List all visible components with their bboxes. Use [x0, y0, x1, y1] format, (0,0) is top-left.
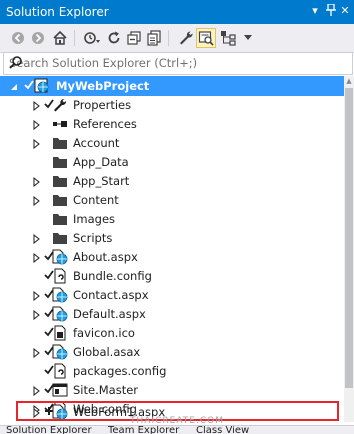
- config-icon: [52, 363, 68, 379]
- tree-item-label: App_Start: [73, 174, 130, 188]
- scrollbar-thumb[interactable]: [345, 88, 353, 388]
- references-icon: [52, 116, 68, 132]
- tree-item-label: Images: [73, 212, 116, 226]
- window-position-dropdown-icon[interactable]: ▾: [308, 4, 322, 18]
- tree-item-default-aspx[interactable]: Default.aspx: [0, 304, 344, 324]
- close-icon[interactable]: ✕: [338, 4, 352, 18]
- tree-item-label: Global.asax: [73, 345, 141, 359]
- wrench-icon: [52, 97, 68, 113]
- panel-title: Solution Explorer: [6, 5, 109, 19]
- scroll-up-icon[interactable]: ▲: [344, 76, 354, 86]
- tree-item-label: About.aspx: [73, 250, 138, 264]
- config-icon: [52, 268, 68, 284]
- preview-icon[interactable]: [196, 28, 216, 48]
- folder-icon: [52, 230, 68, 246]
- tree-item-global-asax[interactable]: Global.asax: [0, 342, 344, 362]
- folder-icon: [52, 154, 68, 170]
- collapse-all-icon[interactable]: [124, 28, 144, 48]
- tree-item-label: References: [73, 117, 137, 131]
- tree-item-site-master[interactable]: Site.Master: [0, 380, 344, 400]
- tree-item-label: App_Data: [73, 155, 129, 169]
- search-input[interactable]: Search Solution Explorer (Ctrl+;): [3, 52, 353, 75]
- title-bar: Solution Explorer ▾ ✕: [0, 0, 354, 24]
- tree-item-label: Properties: [73, 98, 132, 112]
- solution-tree: MyWebProject Properties References Accou…: [0, 76, 344, 426]
- expanded-arrow-icon[interactable]: [9, 81, 19, 91]
- collapsed-arrow-icon[interactable]: [32, 309, 42, 321]
- ico-file-icon: [52, 325, 68, 341]
- collapsed-arrow-icon[interactable]: [32, 252, 42, 264]
- show-all-files-icon[interactable]: [144, 28, 164, 48]
- folder-icon: [52, 192, 68, 208]
- toolbar: [0, 24, 354, 53]
- tree-item-label: Scripts: [73, 231, 113, 245]
- aspx-icon: [52, 287, 68, 303]
- tree-item-label: Default.aspx: [73, 307, 146, 321]
- tree-item-label: packages.config: [73, 364, 167, 378]
- properties-icon[interactable]: [176, 28, 196, 48]
- tree-item-properties[interactable]: Properties: [0, 95, 344, 115]
- vertical-scrollbar[interactable]: ▲: [344, 76, 354, 422]
- folder-icon: [52, 135, 68, 151]
- web-project-icon: [34, 78, 50, 94]
- tree-item-contact-aspx[interactable]: Contact.aspx: [0, 285, 344, 305]
- aspx-icon: [52, 306, 68, 322]
- tree-item-bundle-config[interactable]: Bundle.config: [0, 266, 344, 286]
- dropdown-icon[interactable]: [238, 28, 258, 48]
- tree-item-label: Contact.aspx: [73, 288, 149, 302]
- tree-item-app-data[interactable]: App_Data: [0, 152, 344, 172]
- home-icon[interactable]: [50, 28, 70, 48]
- tree-item-images[interactable]: Images: [0, 209, 344, 229]
- collapsed-arrow-icon[interactable]: [32, 100, 42, 112]
- tree-item-about-aspx[interactable]: About.aspx: [0, 247, 344, 267]
- collapsed-arrow-icon[interactable]: [32, 347, 42, 359]
- class-view-icon[interactable]: [218, 28, 238, 48]
- collapsed-arrow-icon[interactable]: [32, 385, 42, 397]
- aspx-icon: [52, 249, 68, 265]
- tree-item-label: favicon.ico: [73, 326, 135, 340]
- tree-item-mywebproject[interactable]: MyWebProject: [0, 76, 344, 96]
- tree-item-favicon-ico[interactable]: favicon.ico: [0, 323, 344, 343]
- tree-item-app-start[interactable]: App_Start: [0, 171, 344, 191]
- asax-icon: [52, 344, 68, 360]
- tree-item-packages-config[interactable]: packages.config: [0, 361, 344, 381]
- folder-icon: [52, 211, 68, 227]
- collapsed-arrow-icon[interactable]: [32, 233, 42, 245]
- collapsed-arrow-icon[interactable]: [32, 290, 42, 302]
- tree-item-references[interactable]: References: [0, 114, 344, 134]
- refresh-icon[interactable]: [104, 28, 124, 48]
- collapsed-arrow-icon[interactable]: [32, 195, 42, 207]
- tree-item-label: MyWebProject: [56, 79, 150, 93]
- collapsed-arrow-icon[interactable]: [32, 138, 42, 150]
- back-icon[interactable]: [8, 28, 28, 48]
- collapsed-arrow-icon[interactable]: [32, 176, 42, 188]
- tree-item-label: Site.Master: [73, 383, 139, 397]
- tree-item-label: Content: [73, 193, 119, 207]
- forward-icon[interactable]: [28, 28, 48, 48]
- tree-item-account[interactable]: Account: [0, 133, 344, 153]
- master-icon: [52, 382, 68, 398]
- history-icon[interactable]: [82, 28, 102, 48]
- auto-hide-pin-icon[interactable]: [324, 3, 338, 18]
- collapsed-arrow-icon[interactable]: [32, 119, 42, 131]
- tree-item-content[interactable]: Content: [0, 190, 344, 210]
- folder-icon: [52, 173, 68, 189]
- tree-item-scripts[interactable]: Scripts: [0, 228, 344, 248]
- tree-item-label: Account: [73, 136, 120, 150]
- tree-item-label: Bundle.config: [73, 269, 152, 283]
- search-icon[interactable]: [9, 56, 348, 72]
